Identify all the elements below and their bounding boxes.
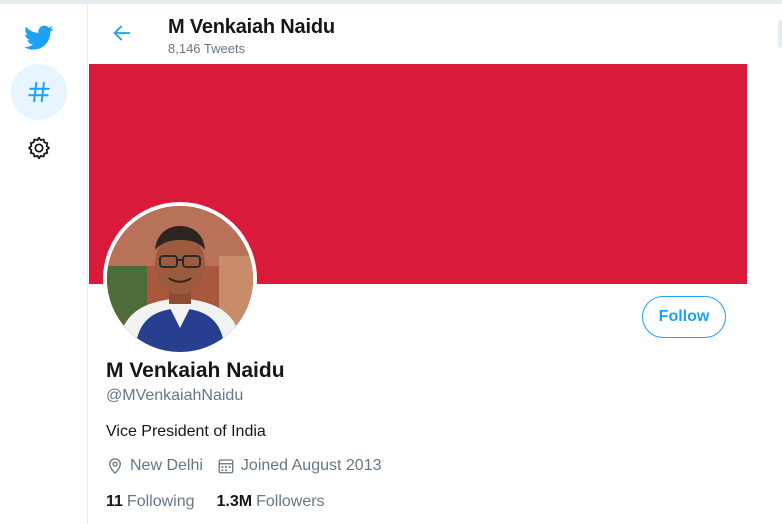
join-date: Joined August 2013 [217,457,382,475]
arrow-left-icon [113,25,131,41]
location-text: New Delhi [130,457,203,474]
tweet-count: 8,146 Tweets [168,41,246,56]
profile-handle: @MVenkaiahNaidu [106,387,244,404]
followers-count: 1.3M [216,493,253,510]
profile-column: M Venkaiah Naidu 8,146 Tweets Follow M V… [87,4,748,524]
following-label: Following [126,493,195,510]
avatar[interactable] [103,202,257,356]
following-link[interactable]: 11 Following [106,493,195,511]
location-pin-icon [109,458,121,475]
twitter-home-button[interactable] [11,10,67,66]
calendar-icon [218,459,234,474]
followers-label: Followers [256,493,325,510]
location: New Delhi [106,457,203,475]
explore-button[interactable] [11,64,67,120]
profile-bio: Vice President of India [106,423,266,440]
hashtag-icon [28,81,50,103]
join-date-text: Joined August 2013 [240,457,382,474]
header-title: M Venkaiah Naidu [168,16,335,38]
gear-icon [28,136,50,160]
back-button[interactable] [104,15,140,51]
profile-meta: New Delhi Joined August 2013 [106,455,395,477]
following-count: 11 [106,493,123,510]
right-sidebar-edge [778,20,782,48]
right-sidebar [747,4,782,524]
profile-header: M Venkaiah Naidu 8,146 Tweets [88,4,747,64]
twitter-bird-icon [24,25,54,50]
profile-stats: 11 Following 1.3M Followers [106,493,347,511]
followers-link[interactable]: 1.3M Followers [217,493,325,511]
profile-name: M Venkaiah Naidu [106,359,285,382]
settings-button[interactable] [11,120,67,176]
left-nav [0,4,87,524]
avatar-photo [107,206,253,352]
follow-button[interactable]: Follow [642,296,726,338]
